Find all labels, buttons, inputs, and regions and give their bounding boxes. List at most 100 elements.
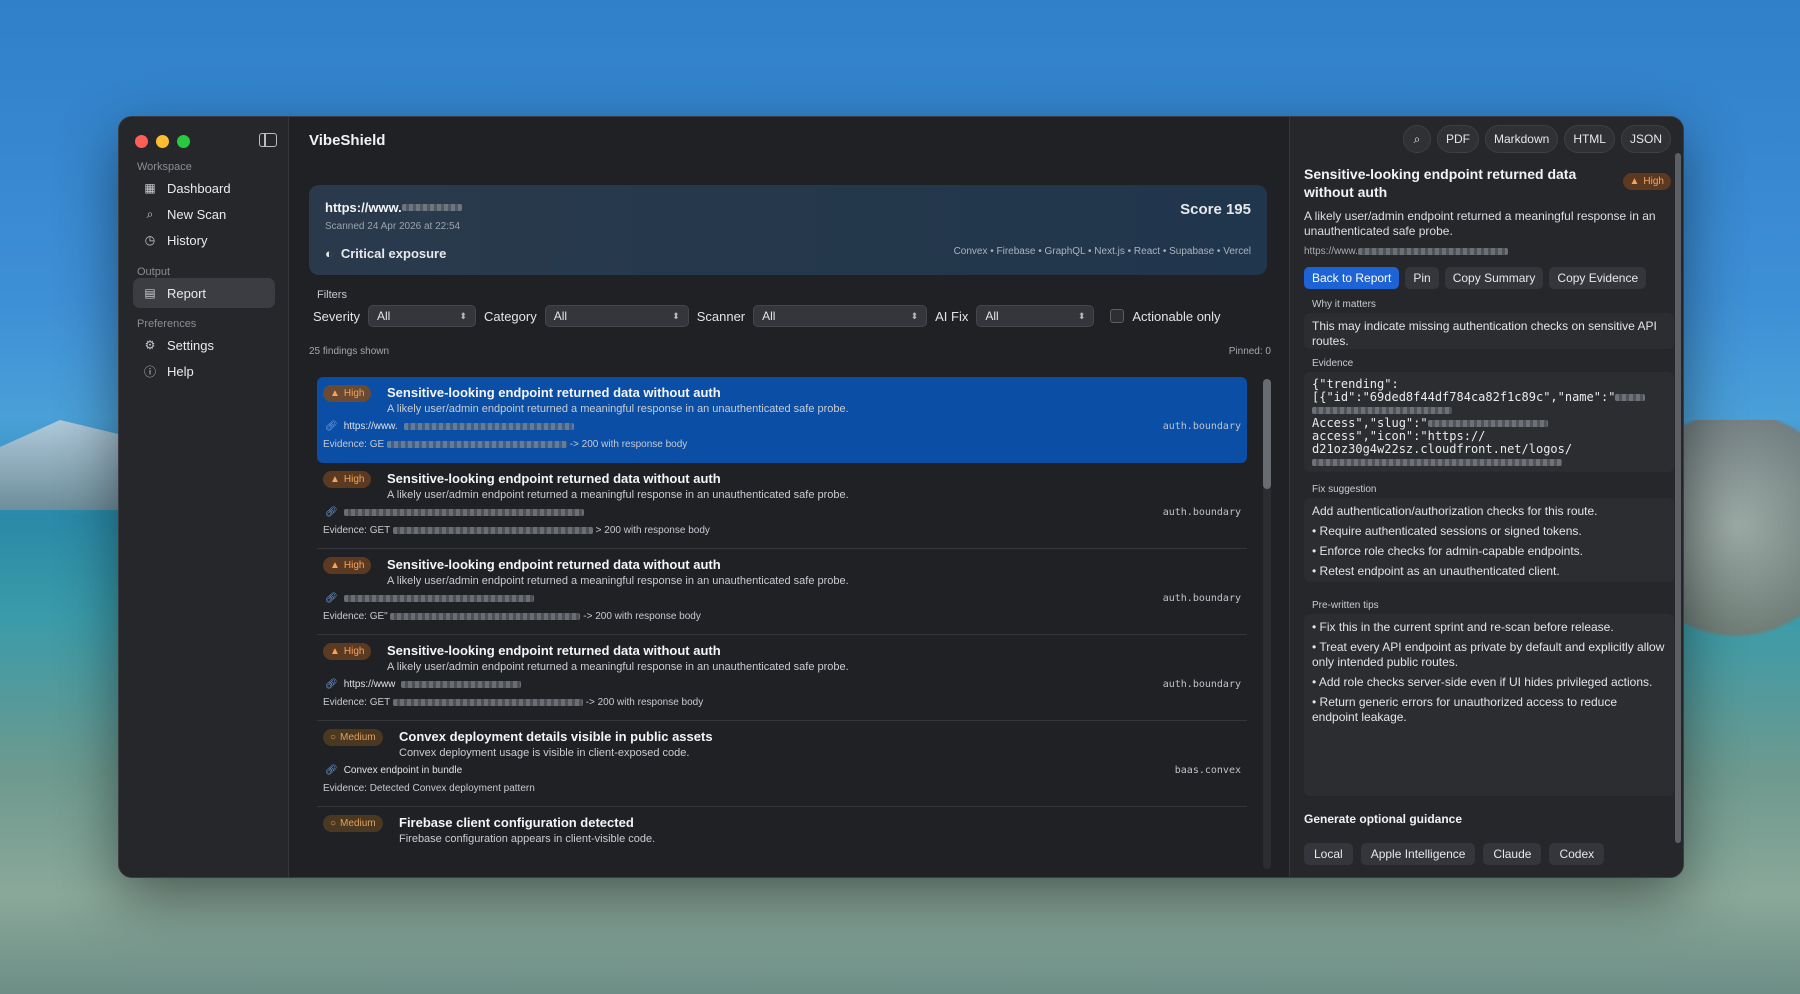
export-html-button[interactable]: HTML	[1564, 125, 1615, 153]
finding-title: Sensitive-looking endpoint returned data…	[387, 557, 721, 572]
guidance-codex-button[interactable]: Codex	[1549, 843, 1605, 865]
aifix-select[interactable]: All ⬍	[976, 305, 1095, 327]
finding-description: A likely user/admin endpoint returned a …	[387, 661, 849, 673]
finding-row[interactable]: ○ Medium Convex deployment details visibl…	[317, 721, 1247, 807]
redacted-text	[390, 612, 581, 620]
app-title: VibeShield	[309, 132, 386, 149]
findings-scrollbar[interactable]	[1263, 379, 1271, 869]
sidebar-section-output: Output	[137, 266, 171, 278]
finding-url: 🔗︎ https://www	[325, 679, 522, 690]
finding-title: Convex deployment details visible in pub…	[399, 729, 713, 744]
minimize-window-button[interactable]	[156, 135, 169, 148]
scanner-tag: auth.boundary	[1162, 421, 1241, 432]
chevron-updown-icon: ⬍	[459, 310, 467, 321]
finding-description: Convex deployment usage is visible in cl…	[399, 747, 690, 759]
close-window-button[interactable]	[135, 135, 148, 148]
finding-description: A likely user/admin endpoint returned a …	[387, 403, 849, 415]
finding-evidence: Evidence: GE -> 200 with response body	[323, 439, 688, 450]
tip-item: • Fix this in the current sprint and re-…	[1312, 620, 1614, 634]
link-icon: 🔗︎	[325, 507, 338, 518]
detail-scrollbar[interactable]	[1675, 153, 1681, 843]
why-text: This may indicate missing authentication…	[1304, 313, 1674, 349]
finding-evidence: Evidence: GET > 200 with response body	[323, 525, 710, 536]
clock-icon: ◷	[144, 233, 156, 247]
redacted-text	[392, 698, 583, 706]
redacted-text	[401, 681, 522, 688]
detail-description: A likely user/admin endpoint returned a …	[1304, 209, 1656, 238]
severity-badge: ▲ High	[323, 643, 372, 660]
redacted-text	[392, 526, 593, 534]
finding-row[interactable]: ▲ High Sensitive-looking endpoint returne…	[317, 635, 1247, 721]
export-pdf-button[interactable]: PDF	[1436, 125, 1479, 153]
findings-list: ▲ High Sensitive-looking endpoint returne…	[317, 377, 1247, 877]
sidebar: Workspace ▦ Dashboard ⌕ New Scan ◷ Histo…	[119, 117, 289, 877]
redacted-text	[1427, 420, 1548, 427]
copy-evidence-button[interactable]: Copy Evidence	[1549, 267, 1647, 289]
link-icon: 🔗︎	[325, 765, 338, 776]
severity-badge: ▲ High	[323, 557, 372, 574]
export-markdown-button[interactable]: Markdown	[1484, 125, 1559, 153]
zoom-button[interactable]: ⌕	[1402, 125, 1431, 153]
severity-badge: ▲ High	[323, 385, 372, 402]
finding-row[interactable]: ▲ High Sensitive-looking endpoint returne…	[317, 549, 1247, 635]
scanner-select[interactable]: All ⬍	[753, 305, 928, 327]
guidance-claude-button[interactable]: Claude	[1483, 843, 1542, 865]
sidebar-item-history[interactable]: ◷ History	[133, 225, 275, 255]
back-to-report-button[interactable]: Back to Report	[1304, 267, 1400, 289]
tips-box: • Fix this in the current sprint and re-…	[1304, 614, 1674, 796]
fix-label: Fix suggestion	[1312, 484, 1377, 495]
grid-icon: ▦	[144, 181, 156, 195]
actionable-only-label: Actionable only	[1132, 308, 1221, 324]
finding-row[interactable]: ○ Medium Firebase client configuration de…	[317, 807, 1247, 877]
finding-url: 🔗︎	[325, 593, 534, 604]
fix-item: • Enforce role checks for admin-capable …	[1312, 544, 1584, 558]
scrollbar-thumb[interactable]	[1263, 379, 1271, 489]
actionable-only-checkbox[interactable]	[1110, 309, 1125, 323]
detail-url: https://www.	[1304, 246, 1508, 257]
zoom-window-button[interactable]	[177, 135, 190, 148]
finding-title: Sensitive-looking endpoint returned data…	[387, 385, 721, 400]
tech-stack: Convex • Firebase • GraphQL • Next.js • …	[953, 246, 1251, 257]
sidebar-item-help[interactable]: ⓘ Help	[133, 356, 275, 386]
finding-row[interactable]: ▲ High Sensitive-looking endpoint returne…	[317, 463, 1247, 549]
redacted-text	[401, 204, 462, 212]
shield-icon: ◐	[325, 246, 333, 261]
detail-actions: Back to Report Pin Copy Summary Copy Evi…	[1304, 267, 1647, 289]
app-window: Workspace ▦ Dashboard ⌕ New Scan ◷ Histo…	[118, 116, 1684, 878]
chevron-updown-icon: ⬍	[1077, 310, 1086, 321]
finding-row[interactable]: ▲ High Sensitive-looking endpoint returne…	[317, 377, 1247, 463]
info-circle-icon: ○	[330, 818, 337, 829]
redacted-text	[1615, 394, 1646, 401]
category-select[interactable]: All ⬍	[544, 305, 689, 327]
export-json-button[interactable]: JSON	[1620, 125, 1671, 153]
scanner-label: Scanner	[696, 308, 746, 324]
severity-label: Severity	[313, 308, 360, 324]
exposure-level: ◐ Critical exposure	[325, 246, 447, 261]
sidebar-toggle-icon[interactable]	[259, 133, 277, 147]
chevron-updown-icon: ⬍	[910, 310, 919, 321]
severity-select[interactable]: All ⬍	[367, 305, 476, 327]
tip-item: • Treat every API endpoint as private by…	[1312, 640, 1665, 669]
guidance-local-button[interactable]: Local	[1304, 843, 1353, 865]
pin-button[interactable]: Pin	[1405, 267, 1439, 289]
guidance-title: Generate optional guidance	[1304, 812, 1463, 826]
finding-url: 🔗︎ Convex endpoint in bundle	[325, 765, 463, 776]
guidance-apple-intelligence-button[interactable]: Apple Intelligence	[1360, 843, 1476, 865]
scanner-tag: auth.boundary	[1162, 679, 1241, 690]
finding-evidence: Evidence: GET -> 200 with response body	[323, 697, 704, 708]
aifix-label: AI Fix	[935, 308, 969, 324]
main-content: VibeShield https://www. Scanned 24 Apr 2…	[289, 117, 1289, 877]
category-label: Category	[483, 308, 537, 324]
scan-url: https://www.	[325, 199, 1251, 217]
scanner-tag: baas.convex	[1174, 765, 1241, 776]
detail-title: Sensitive-looking endpoint returned data…	[1304, 166, 1577, 200]
sidebar-item-label: Help	[167, 363, 194, 379]
redacted-text	[1312, 407, 1452, 414]
redacted-text	[386, 440, 567, 448]
copy-summary-button[interactable]: Copy Summary	[1444, 267, 1544, 289]
window-controls	[135, 135, 190, 148]
fix-suggestion-box: Add authentication/authorization checks …	[1304, 498, 1674, 582]
sidebar-item-report[interactable]: ▤ Report	[133, 278, 275, 308]
warning-icon: ▲	[330, 388, 340, 399]
sidebar-item-label: History	[167, 232, 208, 248]
